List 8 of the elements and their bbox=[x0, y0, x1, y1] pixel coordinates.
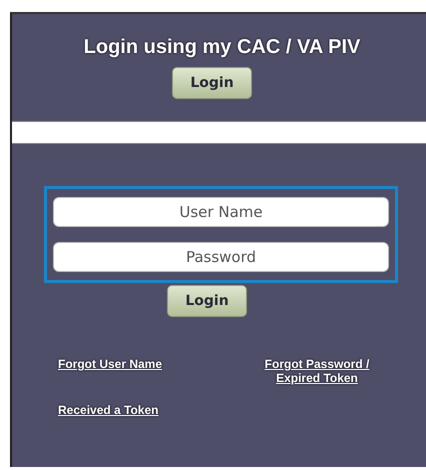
section-title: Login using my CAC / VA PIV bbox=[84, 36, 360, 59]
password-field[interactable]: Password bbox=[53, 242, 389, 272]
link[interactable]: Forgot Password / Expired Token bbox=[247, 357, 387, 385]
login-button[interactable]: Login bbox=[172, 67, 252, 99]
login-button[interactable]: Login bbox=[167, 285, 247, 317]
link[interactable]: Received a Token bbox=[58, 403, 158, 417]
link[interactable]: Forgot User Name bbox=[58, 357, 162, 371]
username-field[interactable]: User Name bbox=[53, 197, 389, 227]
